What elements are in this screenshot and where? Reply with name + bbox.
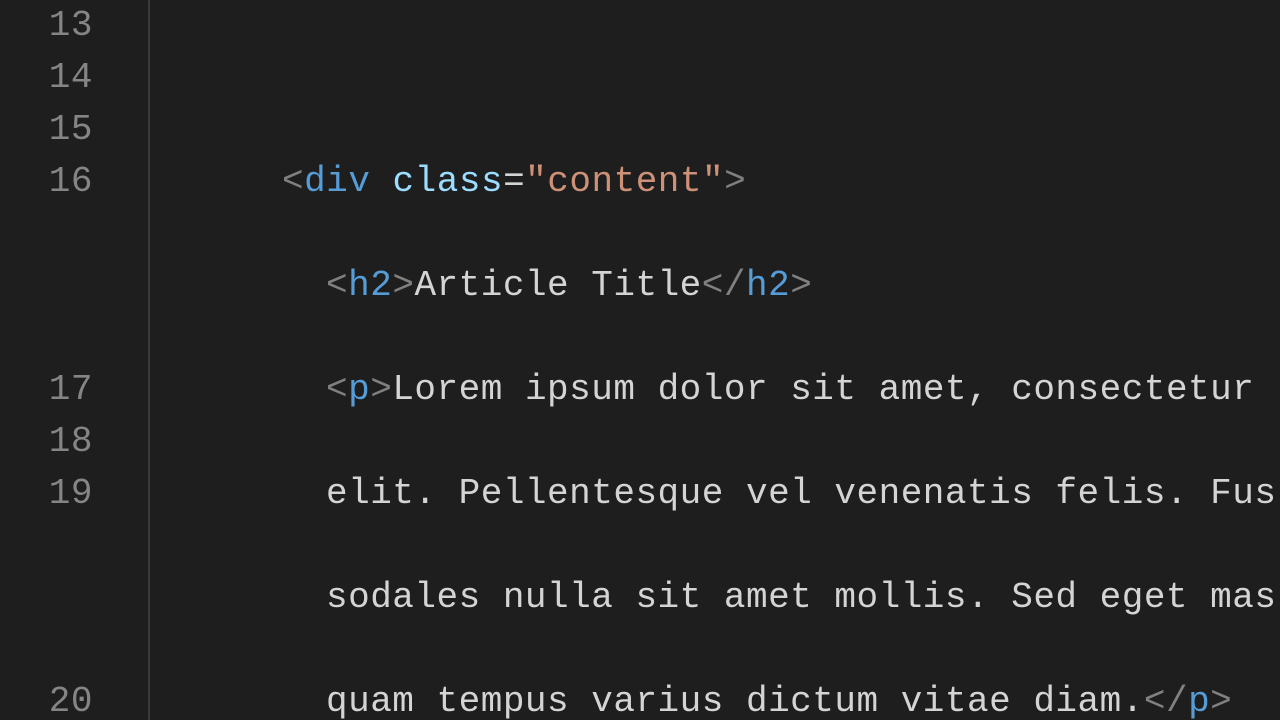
line-number: 20	[0, 676, 93, 720]
angle-bracket-icon: >	[724, 161, 746, 202]
tag-p: p	[1188, 681, 1210, 720]
angle-bracket-icon: </	[1144, 681, 1188, 720]
line-number-wrap	[0, 572, 93, 624]
text-content: elit. Pellentesque vel venenatis felis. …	[326, 473, 1276, 514]
angle-bracket-icon: <	[326, 265, 348, 306]
code-line-14[interactable]: <div class="content">	[150, 156, 1280, 208]
angle-bracket-icon: </	[702, 265, 746, 306]
angle-bracket-icon: >	[370, 369, 392, 410]
tag-p: p	[348, 369, 370, 410]
line-number-wrap	[0, 260, 93, 312]
code-line-15[interactable]: <h2>Article Title</h2>	[150, 260, 1280, 312]
line-number: 19	[0, 468, 93, 520]
tag-h2: h2	[348, 265, 392, 306]
code-editor[interactable]: 13 14 15 16 17 18 19 20 <div class="cont…	[0, 0, 1280, 720]
line-number: 18	[0, 416, 93, 468]
angle-bracket-icon: <	[326, 369, 348, 410]
line-number: 16	[0, 156, 93, 208]
line-number-wrap	[0, 312, 93, 364]
equals-icon: =	[503, 161, 525, 202]
code-line-16[interactable]: <p>Lorem ipsum dolor sit amet, consectet…	[150, 364, 1280, 416]
code-line-16-wrap[interactable]: elit. Pellentesque vel venenatis felis. …	[150, 468, 1280, 520]
line-number-wrap	[0, 208, 93, 260]
string-quote: "	[702, 161, 724, 202]
line-number: 15	[0, 104, 93, 156]
code-line-13[interactable]	[150, 52, 1280, 104]
line-number-wrap	[0, 520, 93, 572]
angle-bracket-icon: >	[1210, 681, 1232, 720]
text-content: quam tempus varius dictum vitae diam.	[326, 681, 1144, 720]
tag-h2: h2	[746, 265, 790, 306]
tag-div: div	[304, 161, 370, 202]
line-number-gutter: 13 14 15 16 17 18 19 20	[0, 0, 150, 720]
angle-bracket-icon: >	[790, 265, 812, 306]
line-number: 14	[0, 52, 93, 104]
text-content: sodales nulla sit amet mollis. Sed eget …	[326, 577, 1276, 618]
line-number-wrap	[0, 624, 93, 676]
line-number: 13	[0, 0, 93, 52]
text-content: Article Title	[414, 265, 701, 306]
code-line-16-wrap[interactable]: sodales nulla sit amet mollis. Sed eget …	[150, 572, 1280, 624]
string-quote: "	[525, 161, 547, 202]
text-content: Lorem ipsum dolor sit amet, consectetur	[392, 369, 1276, 410]
code-area[interactable]: <div class="content"> <h2>Article Title<…	[150, 0, 1280, 720]
code-line-16-wrap[interactable]: quam tempus varius dictum vitae diam.</p…	[150, 676, 1280, 720]
angle-bracket-icon: >	[392, 265, 414, 306]
angle-bracket-icon: <	[282, 161, 304, 202]
string-content: content	[547, 161, 702, 202]
attr-class: class	[393, 161, 504, 202]
line-number: 17	[0, 364, 93, 416]
